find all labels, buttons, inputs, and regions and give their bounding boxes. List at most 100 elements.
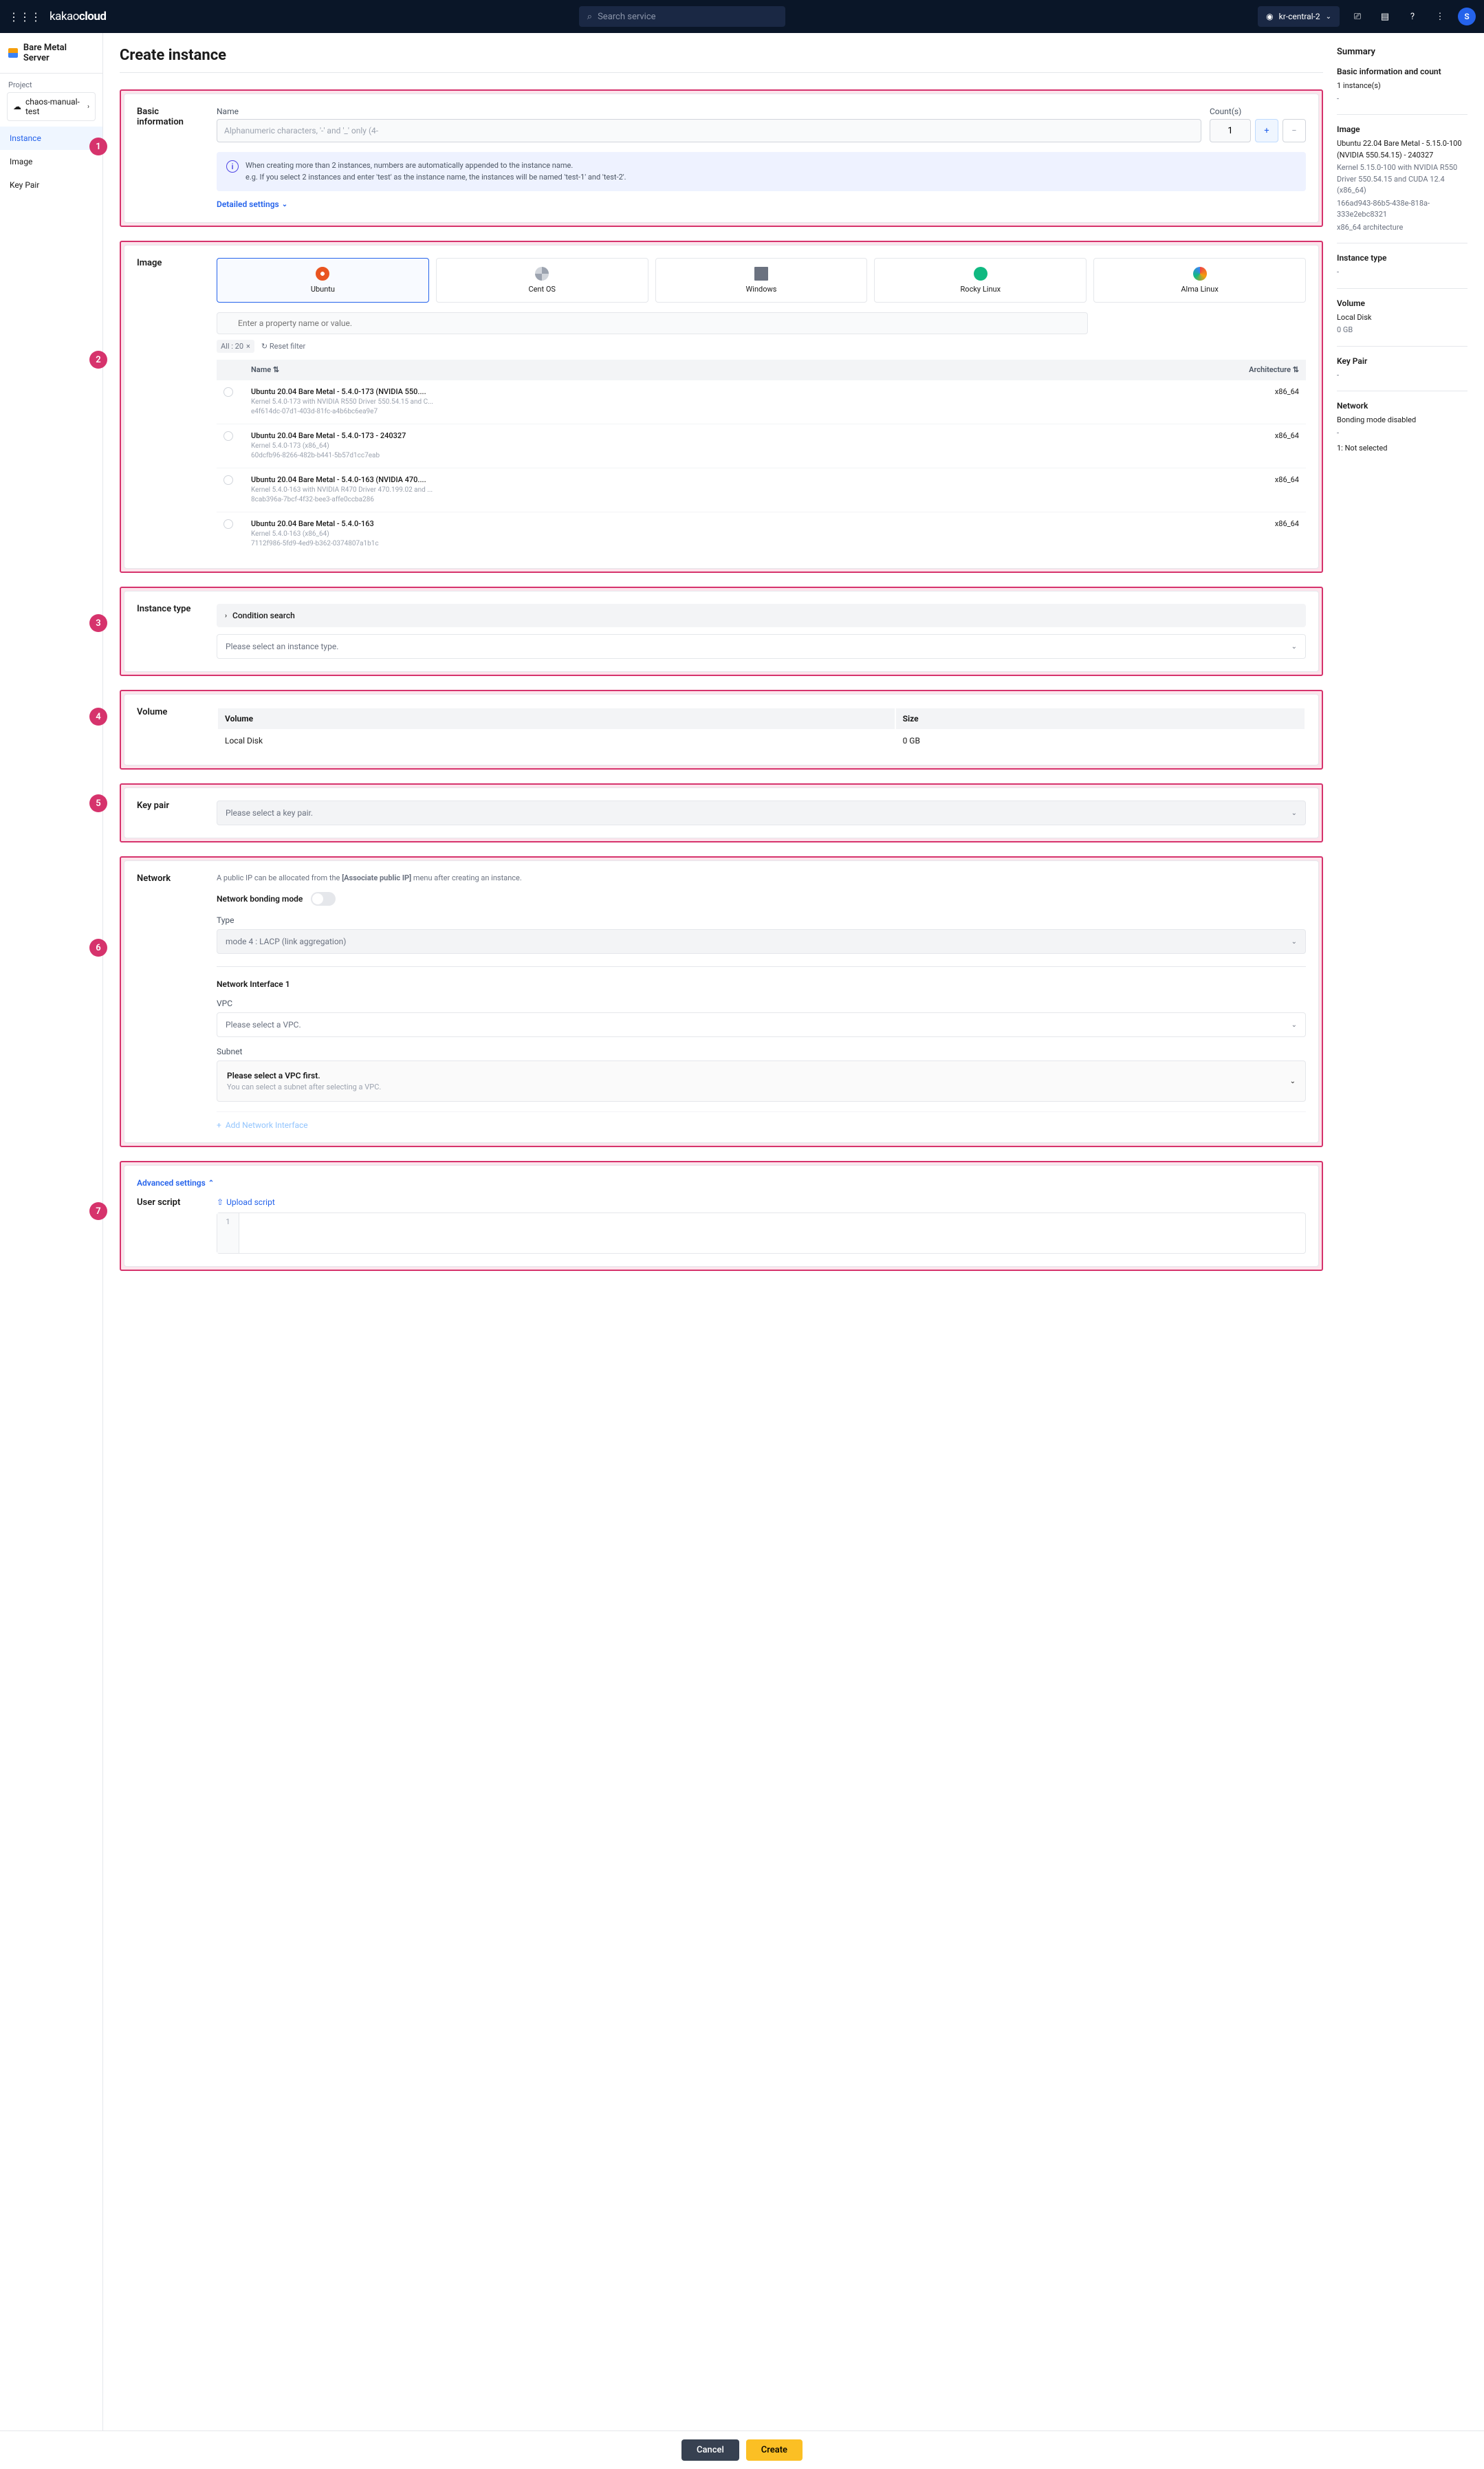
plus-icon: + — [217, 1120, 221, 1130]
chevron-down-icon: ⌄ — [1291, 1021, 1297, 1029]
summary-title: Summary — [1337, 47, 1467, 57]
notebook-icon[interactable]: ▤ — [1375, 7, 1395, 26]
project-label: Project — [0, 74, 102, 92]
user-script-label: User script — [137, 1197, 203, 1254]
chevron-up-icon: ⌃ — [208, 1179, 214, 1187]
create-button[interactable]: Create — [746, 2439, 803, 2461]
rocky-icon — [974, 267, 987, 281]
footer-bar: Cancel Create — [0, 2430, 1484, 2469]
section-net-title: Network — [137, 873, 203, 1130]
count-input[interactable] — [1210, 119, 1251, 142]
cloud-icon: ☁ — [13, 102, 21, 111]
info-box: i When creating more than 2 instances, n… — [217, 152, 1306, 191]
os-ubuntu[interactable]: Ubuntu — [217, 258, 429, 303]
bms-icon — [8, 48, 18, 58]
upload-script-button[interactable]: ⇧Upload script — [217, 1197, 275, 1207]
callout-1: 1 — [89, 138, 107, 155]
callout-7: 7 — [89, 1202, 107, 1220]
project-selector[interactable]: ☁chaos-manual-test › — [7, 92, 96, 121]
table-row: Local Disk0 GB — [218, 730, 1305, 751]
vol-col-size: Size — [896, 708, 1305, 729]
logo[interactable]: kakaocloud — [50, 10, 106, 23]
chevron-right-icon: › — [87, 103, 89, 111]
apps-grid-icon[interactable]: ⋮⋮⋮ — [8, 10, 41, 23]
os-alma[interactable]: Alma Linux — [1093, 258, 1306, 303]
summary-panel: Summary Basic information and count 1 in… — [1337, 47, 1467, 2414]
col-arch[interactable]: Architecture ⇅ — [1045, 360, 1306, 380]
section-kp-title: Key pair — [137, 801, 203, 825]
count-label: Count(s) — [1210, 107, 1306, 116]
radio-button[interactable] — [223, 519, 233, 529]
image-row[interactable]: Ubuntu 20.04 Bare Metal - 5.4.0-173 - 24… — [217, 424, 1306, 468]
image-row[interactable]: Ubuntu 20.04 Bare Metal - 5.4.0-163 (NVI… — [217, 468, 1306, 512]
help-icon[interactable]: ? — [1403, 7, 1422, 26]
callout-2: 2 — [89, 351, 107, 369]
os-centos[interactable]: Cent OS — [436, 258, 648, 303]
advanced-settings-toggle[interactable]: Advanced settings⌃ — [137, 1178, 1306, 1188]
script-editor[interactable]: 1 — [217, 1212, 1306, 1254]
cancel-button[interactable]: Cancel — [681, 2439, 739, 2461]
detailed-settings-link[interactable]: Detailed settings⌄ — [217, 199, 287, 209]
image-row[interactable]: Ubuntu 20.04 Bare Metal - 5.4.0-173 (NVI… — [217, 380, 1306, 424]
divider-icon: ⋮ — [1430, 7, 1450, 26]
radio-button[interactable] — [223, 387, 233, 397]
chevron-right-icon: › — [225, 612, 227, 620]
nav-image[interactable]: Image — [0, 150, 102, 173]
name-input[interactable] — [217, 119, 1201, 142]
chevron-down-icon: ⌄ — [282, 201, 287, 208]
image-row[interactable]: Ubuntu 20.04 Bare Metal - 5.4.0-163Kerne… — [217, 512, 1306, 556]
radio-button[interactable] — [223, 475, 233, 485]
bonding-toggle[interactable] — [311, 892, 336, 906]
chevron-down-icon: ⌄ — [1291, 643, 1297, 651]
count-minus-button[interactable]: − — [1283, 119, 1306, 142]
nav-instance[interactable]: Instance — [0, 127, 102, 150]
callout-4: 4 — [89, 708, 107, 726]
section-basic-title: Basic information — [137, 107, 203, 210]
network-note: A public IP can be allocated from the [A… — [217, 873, 1306, 882]
chevron-down-icon: ⌄ — [1290, 1078, 1296, 1085]
nav-keypair[interactable]: Key Pair — [0, 173, 102, 197]
count-plus-button[interactable]: + — [1255, 119, 1278, 142]
section-image-title: Image — [137, 258, 203, 556]
close-icon[interactable]: × — [246, 342, 250, 351]
section-it-title: Instance type — [137, 604, 203, 659]
top-header: ⋮⋮⋮ kakaocloud ⌕ Search service ◉ kr-cen… — [0, 0, 1484, 33]
avatar[interactable]: S — [1458, 8, 1476, 25]
info-icon: i — [226, 160, 239, 173]
sidebar-service-header[interactable]: Bare Metal Server — [0, 33, 102, 74]
keypair-select[interactable]: Please select a key pair. ⌄ — [217, 801, 1306, 825]
nic-title: Network Interface 1 — [217, 979, 1306, 989]
os-windows[interactable]: Windows — [655, 258, 868, 303]
subnet-select[interactable]: Please select a VPC first. You can selec… — [217, 1061, 1306, 1102]
chevron-down-icon: ⌄ — [1326, 13, 1331, 21]
os-rocky[interactable]: Rocky Linux — [874, 258, 1087, 303]
sidebar: Bare Metal Server Project ☁chaos-manual-… — [0, 33, 103, 2469]
name-label: Name — [217, 107, 1201, 116]
reset-filter-button[interactable]: ↻ Reset filter — [261, 342, 305, 351]
location-icon: ◉ — [1266, 12, 1273, 21]
radio-button[interactable] — [223, 431, 233, 441]
chevron-down-icon: ⌄ — [1291, 809, 1297, 817]
alma-icon — [1193, 267, 1207, 281]
image-filter-input[interactable] — [217, 312, 1088, 334]
instance-type-select[interactable]: Please select an instance type. ⌄ — [217, 634, 1306, 659]
condition-search-button[interactable]: › Condition search — [217, 604, 1306, 627]
filter-chip[interactable]: All : 20 × — [217, 340, 254, 353]
vpc-select[interactable]: Please select a VPC. ⌄ — [217, 1012, 1306, 1037]
upload-icon: ⇧ — [217, 1197, 223, 1207]
centos-icon — [535, 267, 549, 281]
region-selector[interactable]: ◉ kr-central-2 ⌄ — [1258, 6, 1340, 27]
vol-col-volume: Volume — [218, 708, 895, 729]
add-nic-button[interactable]: + Add Network Interface — [217, 1111, 1306, 1130]
chevron-down-icon: ⌄ — [1291, 938, 1297, 946]
callout-3: 3 — [89, 614, 107, 632]
col-name[interactable]: Name ⇅ — [244, 360, 1045, 380]
terminal-icon[interactable]: ⎚ — [1348, 7, 1367, 26]
callout-5: 5 — [89, 794, 107, 812]
search-input[interactable]: ⌕ Search service — [579, 6, 785, 27]
vpc-label: VPC — [217, 999, 1306, 1008]
search-icon: ⌕ — [587, 12, 592, 22]
bonding-label: Network bonding mode — [217, 894, 303, 904]
bonding-type-select: mode 4 : LACP (link aggregation) ⌄ — [217, 929, 1306, 954]
line-gutter: 1 — [217, 1213, 239, 1253]
